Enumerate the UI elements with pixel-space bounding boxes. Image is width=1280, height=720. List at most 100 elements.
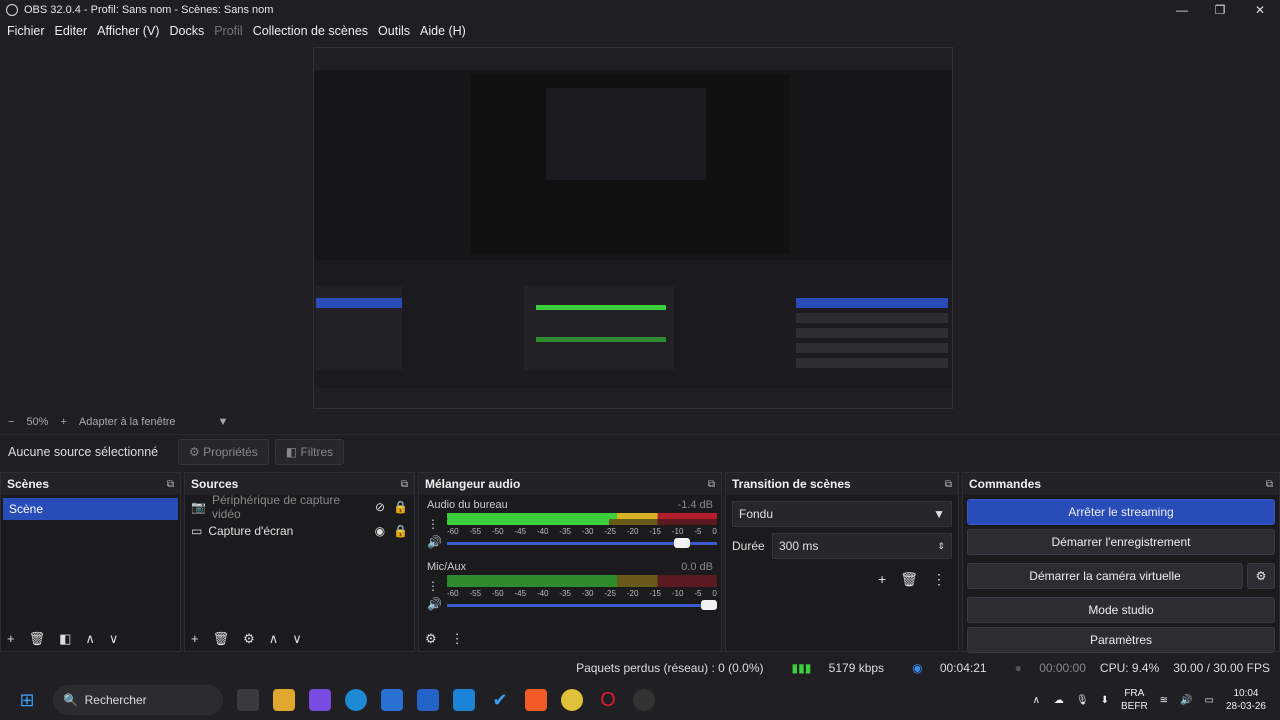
popout-icon[interactable]: ⧉ xyxy=(1266,479,1273,490)
fit-window-select[interactable]: Adapter à la fenêtre xyxy=(79,416,176,428)
scenes-title: Scènes xyxy=(7,477,50,491)
volume-icon[interactable]: 🔊 xyxy=(1180,695,1192,706)
chevron-up-icon[interactable]: ∧ xyxy=(1033,695,1040,706)
source-row[interactable]: 📷 Périphérique de capture vidéo ⊘ 🔒 xyxy=(185,493,414,521)
source-name: Capture d'écran xyxy=(208,524,294,538)
menu-collection[interactable]: Collection de scènes xyxy=(248,24,373,38)
stop-streaming-button[interactable]: Arrêter le streaming xyxy=(967,499,1275,525)
popout-icon[interactable]: ⧉ xyxy=(708,479,715,490)
menu-docks[interactable]: Docks xyxy=(164,24,209,38)
eye-icon[interactable]: ◉ xyxy=(375,524,385,538)
cloud-icon[interactable]: ☁ xyxy=(1054,695,1064,706)
lock-icon[interactable]: 🔒 xyxy=(393,500,408,514)
duration-input[interactable]: 300 ms ⇕ xyxy=(772,533,952,559)
store-icon[interactable] xyxy=(381,689,403,711)
zoom-bar: − 50% + Adapter à la fenêtre ▼ xyxy=(0,412,1280,432)
gear-icon[interactable]: ⚙ xyxy=(1247,563,1275,589)
speaker-icon[interactable]: 🔊 xyxy=(427,535,442,549)
minimize-button[interactable]: — xyxy=(1162,0,1202,20)
channel-name: Audio du bureau xyxy=(427,499,508,511)
opera-icon[interactable]: O xyxy=(597,689,619,711)
app-icon[interactable] xyxy=(417,689,439,711)
filters-button[interactable]: ◧ Filtres xyxy=(274,438,345,465)
channel-name: Mic/Aux xyxy=(427,561,467,573)
add-icon[interactable]: + xyxy=(878,571,886,588)
scale-tick: 0 xyxy=(712,527,717,536)
outlook-icon[interactable] xyxy=(453,689,475,711)
language-indicator[interactable]: FRA BEFR xyxy=(1121,687,1148,713)
lock-icon[interactable]: 🔒 xyxy=(393,524,408,538)
trash-icon[interactable]: 🗑 xyxy=(29,631,46,647)
record-time: 00:00:00 xyxy=(1039,661,1086,675)
zoom-in-button[interactable]: + xyxy=(60,416,66,428)
kebab-icon[interactable]: ⋮ xyxy=(932,571,946,588)
menu-afficher[interactable]: Afficher (V) xyxy=(92,24,164,38)
add-icon[interactable]: + xyxy=(7,631,15,647)
trash-icon[interactable]: 🗑 xyxy=(213,631,230,647)
studio-mode-button[interactable]: Mode studio xyxy=(967,597,1275,623)
properties-button[interactable]: ⚙ Propriétés xyxy=(178,438,269,465)
menu-outils[interactable]: Outils xyxy=(373,24,415,38)
volume-fader[interactable] xyxy=(447,597,717,615)
edge-icon[interactable] xyxy=(345,689,367,711)
search-icon: 🔍 xyxy=(63,693,85,707)
lang-code: FRA xyxy=(1124,688,1145,699)
todo-icon[interactable]: ✔ xyxy=(489,689,511,711)
taskbar: ⊞ 🔍 Rechercher ✔ O ∧ ☁ 🎙 ⬇ FRA BEFR ≋ 🔊 ▭… xyxy=(0,680,1280,720)
volume-meter: -60 -55 -50 -45 -40 -35 -30 -25 -20 -15 -10 -5 0 xyxy=(447,513,717,536)
file-explorer-icon[interactable] xyxy=(273,689,295,711)
clock[interactable]: 10:04 28-03-26 xyxy=(1226,687,1266,713)
source-row[interactable]: ▭ Capture d'écran ◉ 🔒 xyxy=(185,519,414,543)
arrow-down-icon[interactable]: ∨ xyxy=(109,631,119,647)
transition-select[interactable]: Fondu ▼ xyxy=(732,501,952,527)
settings-button[interactable]: Paramètres xyxy=(967,627,1275,653)
mixer-channel: Mic/Aux 0.0 dB ⋮ -60 -55 -50 -45 -40 -35 -30 -25… xyxy=(419,557,721,615)
arrow-down-icon[interactable]: ∨ xyxy=(292,631,302,647)
add-icon[interactable]: + xyxy=(191,631,199,647)
zoom-out-button[interactable]: − xyxy=(8,416,14,428)
kebab-icon[interactable]: ⋮ xyxy=(451,631,464,647)
task-view-icon[interactable] xyxy=(237,689,259,711)
windows-start-icon[interactable]: ⊞ xyxy=(16,689,38,711)
spin-icon[interactable]: ⇕ xyxy=(937,541,945,552)
search-box[interactable]: 🔍 Rechercher xyxy=(53,685,223,715)
menu-profil[interactable]: Profil xyxy=(209,24,247,38)
obs-icon[interactable] xyxy=(633,689,655,711)
arrow-up-icon[interactable]: ∧ xyxy=(85,631,95,647)
brave-icon[interactable] xyxy=(525,689,547,711)
fader-knob[interactable] xyxy=(674,538,690,548)
kebab-icon[interactable]: ⋮ xyxy=(427,517,439,531)
popout-icon[interactable]: ⧉ xyxy=(167,479,174,490)
close-button[interactable]: ✕ xyxy=(1240,0,1280,20)
trash-icon[interactable]: 🗑 xyxy=(900,571,918,588)
channel-db: -1.4 dB xyxy=(677,499,713,511)
menu-fichier[interactable]: Fichier xyxy=(2,24,50,38)
menu-editer[interactable]: Editer xyxy=(50,24,93,38)
popout-icon[interactable]: ⧉ xyxy=(401,479,408,490)
scene-item[interactable]: Scène xyxy=(3,498,178,520)
monitor-icon: ▭ xyxy=(191,524,203,538)
speaker-icon[interactable]: 🔊 xyxy=(427,597,442,611)
start-recording-button[interactable]: Démarrer l'enregistrement xyxy=(967,529,1275,555)
mic-icon[interactable]: 🎙 xyxy=(1076,695,1089,706)
popout-icon[interactable]: ⧉ xyxy=(945,479,952,490)
arrow-up-icon[interactable]: ∧ xyxy=(269,631,279,647)
copilot-icon[interactable] xyxy=(309,689,331,711)
kebab-icon[interactable]: ⋮ xyxy=(427,579,439,593)
eye-hidden-icon[interactable]: ⊘ xyxy=(375,500,385,514)
virtual-camera-button[interactable]: Démarrer la caméra virtuelle xyxy=(967,563,1243,589)
advanced-audio-icon[interactable]: ⚙ xyxy=(425,631,437,647)
menu-aide[interactable]: Aide (H) xyxy=(415,24,471,38)
volume-fader[interactable] xyxy=(447,535,717,553)
wifi-icon[interactable]: ≋ xyxy=(1160,695,1168,706)
gear-icon[interactable]: ⚙ xyxy=(243,631,255,647)
scale-tick: 0 xyxy=(712,589,717,598)
maximize-button[interactable]: ❐ xyxy=(1200,0,1240,20)
layout-code: BEFR xyxy=(1121,701,1148,712)
chevron-down-icon[interactable]: ▼ xyxy=(218,416,229,428)
fader-knob[interactable] xyxy=(701,600,717,610)
filter-icon[interactable]: ◧ xyxy=(59,631,71,647)
chrome-icon[interactable] xyxy=(561,689,583,711)
battery-icon[interactable]: ▭ xyxy=(1205,695,1214,706)
download-icon[interactable]: ⬇ xyxy=(1101,695,1109,706)
